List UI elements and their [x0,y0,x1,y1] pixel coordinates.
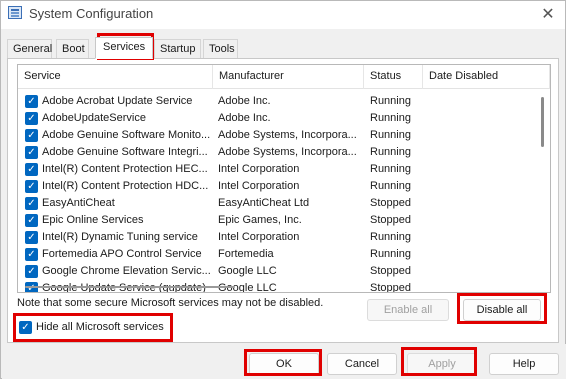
manufacturer-cell: Intel Corporation [218,163,300,175]
table-row[interactable]: ✓ AdobeUpdateService Adobe Inc. Running [18,110,533,127]
list-header: Service Manufacturer Status Date Disable… [18,65,550,89]
msconfig-app-icon [8,6,22,19]
checkbox-checked-icon[interactable]: ✓ [25,265,38,278]
column-header-manufacturer[interactable]: Manufacturer [213,65,364,89]
column-header-date-disabled[interactable]: Date Disabled [423,65,550,89]
date-disabled-cell [429,212,529,229]
table-row[interactable]: ✓ Google Chrome Elevation Servic... Google… [18,263,533,280]
date-disabled-cell [429,263,529,280]
window-title: System Configuration [29,6,154,21]
services-list[interactable]: Service Manufacturer Status Date Disable… [17,64,551,293]
date-disabled-cell [429,144,529,161]
manufacturer-cell: Adobe Systems, Incorpora... [218,129,357,141]
tab-services[interactable]: Services [95,37,153,59]
service-name-cell: Intel(R) Content Protection HDC... [42,180,209,192]
horizontal-scroll-thumb[interactable] [25,286,235,288]
checkbox-checked-icon[interactable]: ✓ [25,112,38,125]
cancel-button[interactable]: Cancel [327,353,397,375]
checkbox-checked-icon[interactable]: ✓ [25,146,38,159]
service-name-cell: Intel(R) Content Protection HEC... [42,163,208,175]
tab-general[interactable]: General [7,39,52,59]
date-disabled-cell [429,161,529,178]
service-name-cell: Epic Online Services [42,214,144,226]
table-row[interactable]: ✓ Epic Online Services Epic Games, Inc. Sto… [18,212,533,229]
manufacturer-cell: Intel Corporation [218,180,300,192]
tab-tools[interactable]: Tools [203,39,238,59]
manufacturer-cell: Epic Games, Inc. [218,214,302,226]
manufacturer-cell: Adobe Systems, Incorpora... [218,146,357,158]
service-name-cell: AdobeUpdateService [42,112,146,124]
close-icon[interactable]: ✕ [537,4,559,24]
service-name-cell: Google Chrome Elevation Servic... [42,265,210,277]
horizontal-scrollbar[interactable] [20,283,535,291]
status-cell: Running [370,95,411,107]
ok-button[interactable]: OK [249,353,319,375]
date-disabled-cell [429,178,529,195]
apply-button[interactable]: Apply [407,353,477,375]
service-name-cell: Intel(R) Dynamic Tuning service [42,231,198,243]
checkbox-checked-icon[interactable]: ✓ [25,197,38,210]
status-cell: Stopped [370,197,411,209]
date-disabled-cell [429,110,529,127]
enable-all-button[interactable]: Enable all [367,299,449,321]
table-row[interactable]: ✓ Intel(R) Dynamic Tuning service Intel Co… [18,229,533,246]
tab-boot[interactable]: Boot [56,39,89,59]
title-bar: System Configuration ✕ [1,1,565,29]
secure-services-note: Note that some secure Microsoft services… [17,297,324,309]
disable-all-button[interactable]: Disable all [463,299,541,321]
manufacturer-cell: EasyAntiCheat Ltd [218,197,310,209]
checkbox-checked-icon[interactable]: ✓ [25,129,38,142]
table-row[interactable]: ✓ Adobe Genuine Software Integri... Adobe … [18,144,533,161]
table-row[interactable]: ✓ Adobe Acrobat Update Service Adobe Inc. R… [18,93,533,110]
manufacturer-cell: Fortemedia [218,248,274,260]
service-name-cell: Adobe Genuine Software Monito... [42,129,210,141]
vertical-scrollbar[interactable] [538,91,548,281]
checkbox-checked-icon[interactable]: ✓ [25,231,38,244]
service-name-cell: Fortemedia APO Control Service [42,248,202,260]
manufacturer-cell: Adobe Inc. [218,112,271,124]
status-cell: Running [370,231,411,243]
table-row[interactable]: ✓ Intel(R) Content Protection HDC... Intel… [18,178,533,195]
manufacturer-cell: Adobe Inc. [218,95,271,107]
column-header-status[interactable]: Status [364,65,423,89]
checkbox-checked-icon[interactable]: ✓ [25,95,38,108]
status-cell: Running [370,146,411,158]
checkbox-checked-icon[interactable]: ✓ [25,163,38,176]
status-cell: Running [370,112,411,124]
column-header-service[interactable]: Service [18,65,213,89]
checkbox-checked-icon[interactable]: ✓ [25,248,38,261]
status-cell: Stopped [370,265,411,277]
date-disabled-cell [429,195,529,212]
status-cell: Running [370,180,411,192]
status-cell: Running [370,129,411,141]
table-row[interactable]: ✓ EasyAntiCheat EasyAntiCheat Ltd Stopped [18,195,533,212]
hide-ms-services-label: Hide all Microsoft services [36,321,164,333]
status-cell: Stopped [370,214,411,226]
date-disabled-cell [429,229,529,246]
service-rows: ✓ Adobe Acrobat Update Service Adobe Inc. R… [18,93,533,292]
checkbox-checked-icon[interactable]: ✓ [25,214,38,227]
status-cell: Running [370,248,411,260]
system-configuration-window: System Configuration ✕ General Boot Serv… [0,0,566,379]
vertical-scroll-thumb[interactable] [541,97,544,147]
date-disabled-cell [429,246,529,263]
status-cell: Running [370,163,411,175]
service-name-cell: Adobe Genuine Software Integri... [42,146,208,158]
tab-startup[interactable]: Startup [154,39,201,59]
service-name-cell: Adobe Acrobat Update Service [42,95,193,107]
checkbox-checked-icon[interactable]: ✓ [25,180,38,193]
date-disabled-cell [429,127,529,144]
service-name-cell: EasyAntiCheat [42,197,115,209]
table-row[interactable]: ✓ Fortemedia APO Control Service Fortemedi… [18,246,533,263]
checkbox-checked-icon[interactable]: ✓ [19,321,32,334]
manufacturer-cell: Google LLC [218,265,277,277]
table-row[interactable]: ✓ Adobe Genuine Software Monito... Adobe S… [18,127,533,144]
date-disabled-cell [429,93,529,110]
manufacturer-cell: Intel Corporation [218,231,300,243]
help-button[interactable]: Help [489,353,559,375]
table-row[interactable]: ✓ Intel(R) Content Protection HEC... Intel… [18,161,533,178]
